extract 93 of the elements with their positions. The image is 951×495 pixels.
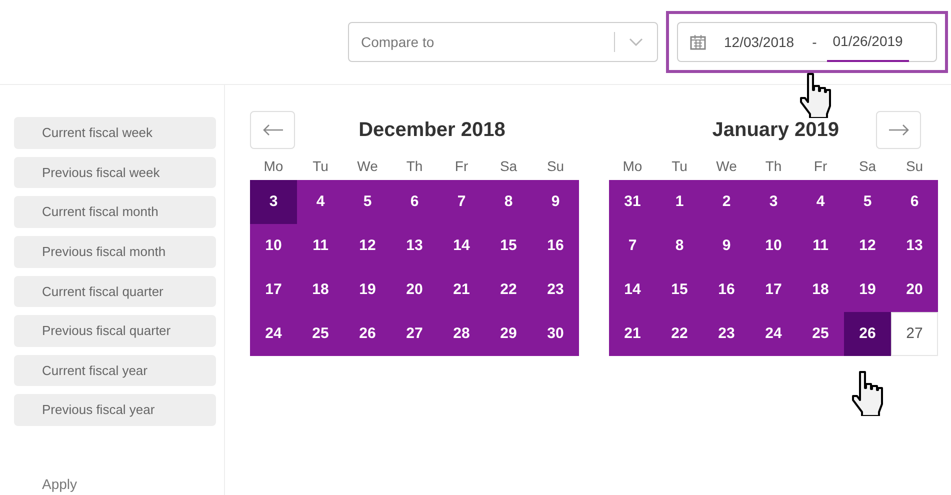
day-cell[interactable]: 6 bbox=[391, 180, 438, 224]
day-cell[interactable]: 26 bbox=[844, 312, 891, 356]
day-cell[interactable]: 6 bbox=[891, 180, 938, 224]
weekday-label: Mo bbox=[622, 157, 644, 176]
day-cell[interactable]: 18 bbox=[797, 268, 844, 312]
day-cell[interactable]: 23 bbox=[532, 268, 579, 312]
apply-button[interactable]: Apply bbox=[14, 474, 78, 495]
day-cell[interactable]: 24 bbox=[250, 312, 297, 356]
end-date[interactable]: 01/26/2019 bbox=[826, 22, 909, 62]
day-cell[interactable]: 15 bbox=[485, 224, 532, 268]
day-cell[interactable]: 2 bbox=[703, 180, 750, 224]
day-cell[interactable]: 16 bbox=[532, 224, 579, 268]
day-cell[interactable]: 4 bbox=[297, 180, 344, 224]
day-cell[interactable]: 23 bbox=[703, 312, 750, 356]
day-cell[interactable]: 25 bbox=[297, 312, 344, 356]
start-date[interactable]: 12/03/2018 bbox=[724, 32, 794, 52]
day-cell[interactable]: 8 bbox=[656, 224, 703, 268]
day-cell[interactable]: 12 bbox=[344, 224, 391, 268]
weekday-label: Su bbox=[904, 157, 924, 176]
day-cell[interactable]: 22 bbox=[485, 268, 532, 312]
weekday-label: Su bbox=[546, 157, 566, 176]
day-cell[interactable]: 9 bbox=[703, 224, 750, 268]
preset-button[interactable]: Previous fiscal year bbox=[14, 394, 216, 426]
preset-button[interactable]: Current fiscal quarter bbox=[14, 276, 216, 308]
day-cell[interactable]: 13 bbox=[891, 224, 938, 268]
day-cell[interactable]: 7 bbox=[609, 224, 656, 268]
day-cell[interactable]: 16 bbox=[703, 268, 750, 312]
weekday-label: Th bbox=[405, 157, 424, 176]
day-cell[interactable]: 18 bbox=[297, 268, 344, 312]
day-cell[interactable]: 14 bbox=[438, 224, 485, 268]
day-cell[interactable]: 4 bbox=[797, 180, 844, 224]
day-cell[interactable]: 11 bbox=[297, 224, 344, 268]
day-cell[interactable]: 1 bbox=[656, 180, 703, 224]
day-cell[interactable]: 20 bbox=[891, 268, 938, 312]
day-cell[interactable]: 31 bbox=[609, 180, 656, 224]
day-cell[interactable]: 10 bbox=[250, 224, 297, 268]
day-cell[interactable]: 19 bbox=[344, 268, 391, 312]
day-cell[interactable]: 14 bbox=[609, 268, 656, 312]
date-range-field[interactable]: 12/03/2018 - 01/26/2019 bbox=[677, 22, 937, 62]
previous-month-button[interactable] bbox=[250, 111, 295, 149]
weekday-label: We bbox=[715, 157, 738, 176]
day-cell[interactable]: 8 bbox=[485, 180, 532, 224]
day-cell[interactable]: 20 bbox=[391, 268, 438, 312]
weekday-label: Sa bbox=[498, 157, 518, 176]
day-cell[interactable]: 30 bbox=[532, 312, 579, 356]
weekday-label: Mo bbox=[262, 157, 284, 176]
day-cell[interactable]: 19 bbox=[844, 268, 891, 312]
weekday-label: Th bbox=[764, 157, 783, 176]
weekday-label: We bbox=[356, 157, 379, 176]
day-cell[interactable]: 29 bbox=[485, 312, 532, 356]
day-cell[interactable]: 22 bbox=[656, 312, 703, 356]
weekday-label: Fr bbox=[454, 157, 470, 176]
arrow-right-icon bbox=[888, 124, 910, 136]
month-title: December 2018 bbox=[358, 118, 506, 143]
weekday-label: Tu bbox=[312, 157, 330, 176]
preset-button[interactable]: Current fiscal month bbox=[14, 196, 216, 228]
day-cell[interactable]: 3 bbox=[750, 180, 797, 224]
day-cell[interactable]: 13 bbox=[391, 224, 438, 268]
day-cell[interactable]: 27 bbox=[891, 312, 938, 356]
compare-to-select[interactable]: Compare to bbox=[348, 22, 658, 62]
compare-to-placeholder: Compare to bbox=[360, 32, 436, 52]
preset-button[interactable]: Current fiscal year bbox=[14, 354, 216, 386]
preset-button[interactable]: Previous fiscal quarter bbox=[14, 315, 216, 347]
weekday-label: Fr bbox=[812, 157, 828, 176]
preset-button[interactable]: Previous fiscal week bbox=[14, 156, 216, 188]
day-cell[interactable]: 26 bbox=[344, 312, 391, 356]
day-cell[interactable]: 5 bbox=[344, 180, 391, 224]
day-cell[interactable]: 10 bbox=[750, 224, 797, 268]
day-cell[interactable]: 15 bbox=[656, 268, 703, 312]
chevron-down-icon bbox=[629, 38, 643, 46]
arrow-left-icon bbox=[262, 124, 284, 136]
day-cell[interactable]: 12 bbox=[844, 224, 891, 268]
calendar-icon bbox=[690, 34, 706, 50]
day-cell[interactable]: 17 bbox=[250, 268, 297, 312]
date-separator: - bbox=[812, 32, 817, 52]
day-cell[interactable]: 21 bbox=[609, 312, 656, 356]
day-cell[interactable]: 7 bbox=[438, 180, 485, 224]
next-month-button[interactable] bbox=[876, 111, 921, 149]
preset-button[interactable]: Current fiscal week bbox=[14, 117, 216, 149]
month-title: January 2019 bbox=[711, 118, 840, 143]
day-cell[interactable]: 28 bbox=[438, 312, 485, 356]
day-cell[interactable]: 11 bbox=[797, 224, 844, 268]
day-cell[interactable]: 21 bbox=[438, 268, 485, 312]
day-cell[interactable]: 27 bbox=[391, 312, 438, 356]
day-cell[interactable]: 17 bbox=[750, 268, 797, 312]
weekday-label: Tu bbox=[670, 157, 688, 176]
day-cell[interactable]: 3 bbox=[250, 180, 297, 224]
weekday-label: Sa bbox=[858, 157, 878, 176]
day-cell[interactable]: 5 bbox=[844, 180, 891, 224]
preset-button[interactable]: Previous fiscal month bbox=[14, 236, 216, 268]
day-cell[interactable]: 24 bbox=[750, 312, 797, 356]
day-cell[interactable]: 9 bbox=[532, 180, 579, 224]
day-cell[interactable]: 25 bbox=[797, 312, 844, 356]
